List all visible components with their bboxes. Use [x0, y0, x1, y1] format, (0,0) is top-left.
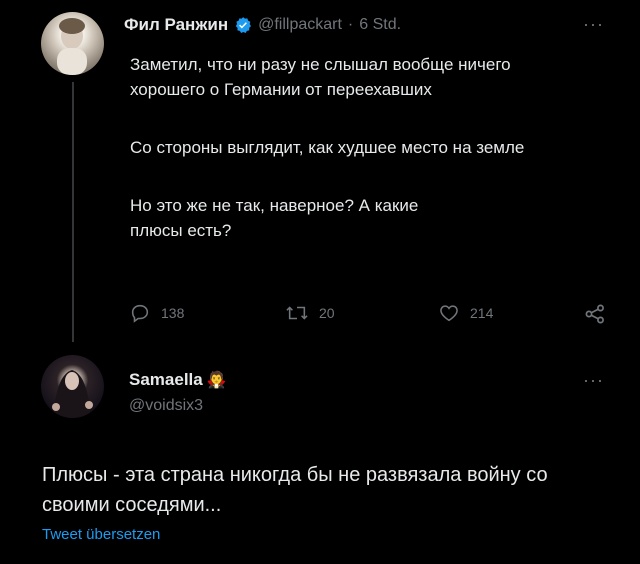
tweet-time[interactable]: 6 Std.	[359, 16, 401, 34]
avatar-photo	[57, 18, 87, 75]
translate-link[interactable]: Tweet übersetzen	[42, 526, 160, 543]
reply-icon	[131, 304, 149, 323]
thread-line	[72, 82, 74, 342]
share-icon	[585, 304, 604, 324]
reply-author-handle[interactable]: @voidsix3	[129, 397, 203, 415]
avatar-photo	[52, 370, 93, 418]
more-icon[interactable]: ···	[583, 14, 604, 35]
tweet-header: Фил Ранжин @fillpackart · 6 Std.	[124, 15, 401, 35]
tweet-paragraph: Но это же не так, наверное? А какие плюс…	[130, 196, 419, 240]
retweet-icon	[286, 306, 308, 320]
share-button[interactable]	[583, 302, 607, 326]
vampire-emoji: 🧛	[206, 372, 227, 389]
like-button[interactable]: 214	[438, 302, 493, 324]
reply-text: Плюсы - эта страна никогда бы не развяза…	[42, 464, 548, 516]
tweet-body: Заметил, что ни разу не слышал вообще ни…	[130, 52, 580, 243]
more-icon[interactable]: ···	[583, 370, 604, 391]
tweet-paragraph: Заметил, что ни разу не слышал вообще ни…	[130, 55, 511, 99]
reply-header: Samaella 🧛	[129, 370, 227, 390]
tweet-paragraph: Со стороны выглядит, как худшее место на…	[130, 138, 525, 157]
retweet-button[interactable]: 20	[285, 302, 335, 324]
verified-badge-icon	[235, 17, 252, 33]
reply-author-name[interactable]: Samaella	[129, 370, 203, 390]
like-count: 214	[470, 305, 494, 321]
author-name[interactable]: Фил Ранжин	[124, 15, 228, 35]
avatar[interactable]	[41, 12, 104, 75]
retweet-count: 20	[319, 305, 335, 321]
dot-separator: ·	[347, 16, 354, 33]
reply-count: 138	[161, 305, 185, 321]
reply-button[interactable]: 138	[129, 302, 184, 324]
like-icon	[440, 305, 458, 322]
avatar[interactable]	[41, 355, 104, 418]
author-handle[interactable]: @fillpackart	[258, 16, 342, 34]
